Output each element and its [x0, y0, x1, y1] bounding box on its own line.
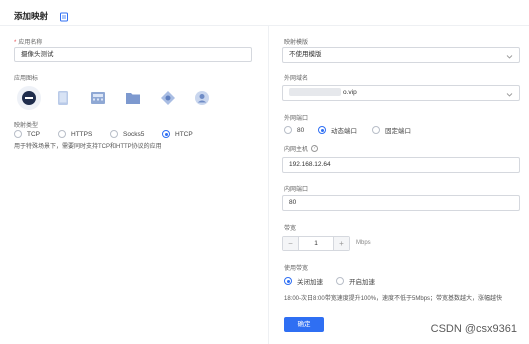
- mapping-type-socks5[interactable]: Socks5: [110, 130, 162, 138]
- inner-host-label: 内网主机 ?: [284, 144, 319, 153]
- bandwidth-unit: Mbps: [356, 240, 371, 246]
- minus-circle-icon[interactable]: [17, 86, 41, 110]
- port-option-fixed[interactable]: 固定端口: [372, 125, 426, 135]
- tablet-icon[interactable]: [53, 88, 73, 108]
- user-icon[interactable]: [192, 88, 212, 108]
- chevron-down-icon: [506, 52, 513, 59]
- column-divider: [268, 26, 269, 344]
- external-port-group: 80 动态端口 固定端口: [284, 125, 426, 135]
- template-value: 不使用模版: [289, 51, 322, 58]
- required-mark: *: [14, 40, 17, 46]
- bandwidth-value[interactable]: 1: [298, 237, 334, 250]
- decrement-button[interactable]: −: [283, 237, 298, 250]
- increment-button[interactable]: +: [334, 237, 349, 250]
- page-title: 添加映射: [14, 11, 49, 21]
- domain-select[interactable]: o.vip: [282, 85, 520, 101]
- page-header: 添加映射: [0, 0, 529, 26]
- redacted-region: [289, 88, 341, 97]
- radio-circle[interactable]: [284, 126, 292, 134]
- domain-label: 外网域名: [284, 76, 309, 82]
- inner-port-input[interactable]: 80: [282, 195, 520, 211]
- mapping-type-https[interactable]: HTTPS: [58, 130, 110, 138]
- bandwidth-label: 带宽: [284, 226, 297, 232]
- radio-circle[interactable]: [110, 130, 118, 138]
- domain-value: o.vip: [343, 89, 357, 96]
- app-icon-label: 应用图标: [14, 76, 39, 82]
- inner-host-input[interactable]: 192.168.12.64: [282, 157, 520, 173]
- speedup-group: 关闭加速 开启加速: [284, 276, 392, 286]
- radio-circle[interactable]: [336, 277, 344, 285]
- template-select[interactable]: 不使用模版: [282, 47, 520, 63]
- radio-circle-selected[interactable]: [284, 277, 292, 285]
- network-icon[interactable]: [158, 88, 178, 108]
- speedup-off[interactable]: 关闭加速: [284, 276, 336, 286]
- mapping-type-label: 映射类型: [14, 123, 39, 129]
- radio-circle[interactable]: [58, 130, 66, 138]
- folder-icon[interactable]: [123, 88, 143, 108]
- calculator-icon[interactable]: [88, 88, 108, 108]
- radio-circle-selected[interactable]: [162, 130, 170, 138]
- radio-circle[interactable]: [14, 130, 22, 138]
- app-name-input[interactable]: 摄像头测试: [14, 47, 252, 62]
- template-label: 映射模版: [284, 40, 309, 46]
- bandwidth-stepper: − 1 +: [282, 236, 350, 251]
- speedup-label: 使用带宽: [284, 266, 309, 272]
- mapping-type-hint: 用于特殊场景下，需要同时支持TCP和HTTP协议的应用: [14, 144, 162, 150]
- inner-port-label: 内网端口: [284, 187, 309, 193]
- app-name-label: * 应用名称: [14, 40, 43, 46]
- speedup-on[interactable]: 开启加速: [336, 276, 392, 286]
- radio-circle[interactable]: [372, 126, 380, 134]
- watermark: CSDN @csx9361: [430, 323, 517, 335]
- document-icon[interactable]: [59, 9, 69, 22]
- port-option-dynamic[interactable]: 动态端口: [318, 125, 372, 135]
- mapping-type-tcp[interactable]: TCP: [14, 130, 58, 138]
- external-port-label: 外网端口: [284, 116, 309, 122]
- chevron-down-icon: [506, 90, 513, 97]
- confirm-button[interactable]: 确定: [284, 317, 324, 332]
- help-icon[interactable]: ?: [311, 145, 319, 152]
- mapping-type-htcp[interactable]: HTCP: [162, 130, 206, 138]
- speedup-hint: 18:00-次日8:00带宽速度提升100%，速度不低于5Mbps；带宽基数越大…: [284, 296, 503, 302]
- mapping-type-group: TCP HTTPS Socks5 HTCP: [14, 130, 206, 138]
- radio-circle-selected[interactable]: [318, 126, 326, 134]
- port-option-80[interactable]: 80: [284, 126, 318, 134]
